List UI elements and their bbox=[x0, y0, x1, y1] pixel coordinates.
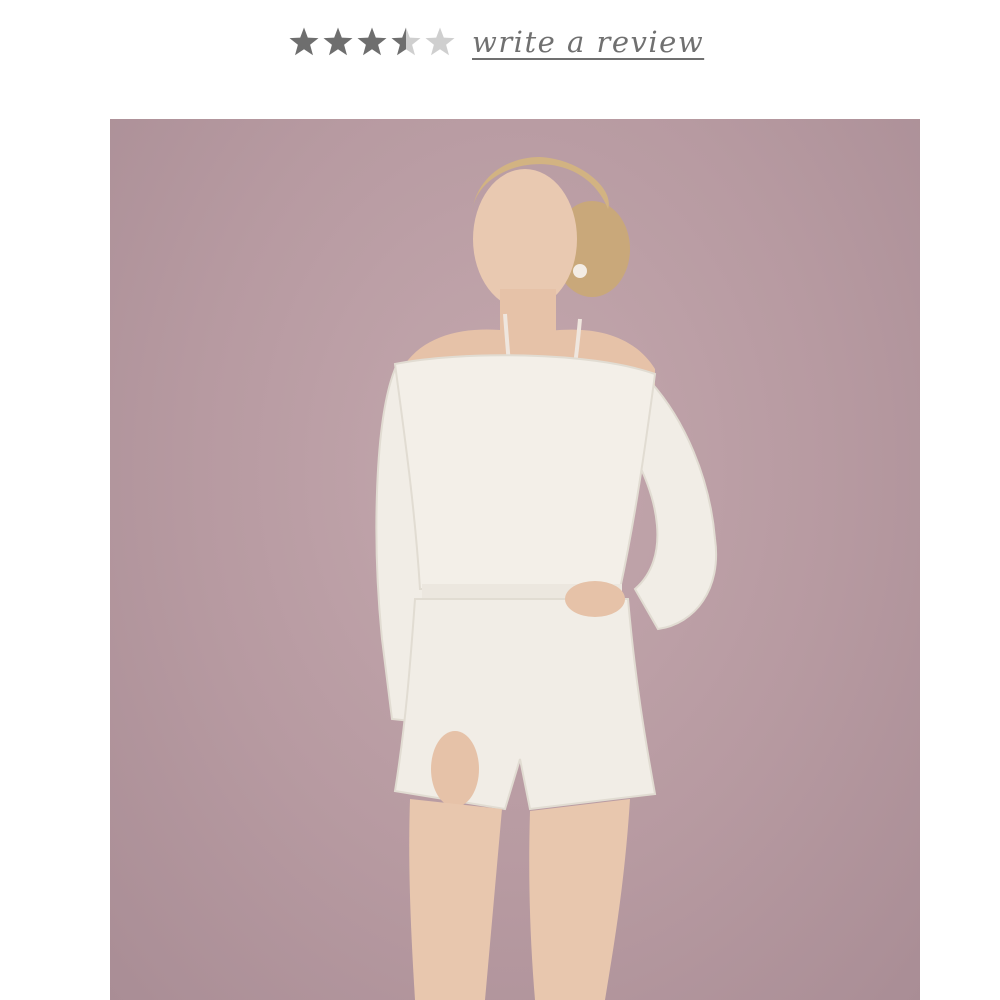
earring bbox=[573, 264, 587, 278]
write-review-link[interactable]: write a review bbox=[472, 25, 704, 59]
product-page: write a review bbox=[0, 0, 1000, 1000]
bodice bbox=[393, 354, 657, 590]
star-rating[interactable] bbox=[288, 26, 456, 58]
rating-row: write a review bbox=[288, 20, 704, 64]
model-illustration bbox=[375, 157, 718, 1000]
hand-right bbox=[565, 581, 625, 617]
left-leg bbox=[409, 799, 502, 1000]
star-icon[interactable] bbox=[288, 26, 320, 58]
product-image[interactable] bbox=[110, 119, 920, 1000]
star-empty-icon[interactable] bbox=[424, 26, 456, 58]
star-icon[interactable] bbox=[322, 26, 354, 58]
right-leg bbox=[529, 799, 630, 1000]
hand-left bbox=[431, 731, 479, 807]
face bbox=[473, 169, 577, 309]
star-half-icon[interactable] bbox=[390, 26, 422, 58]
star-icon[interactable] bbox=[356, 26, 388, 58]
